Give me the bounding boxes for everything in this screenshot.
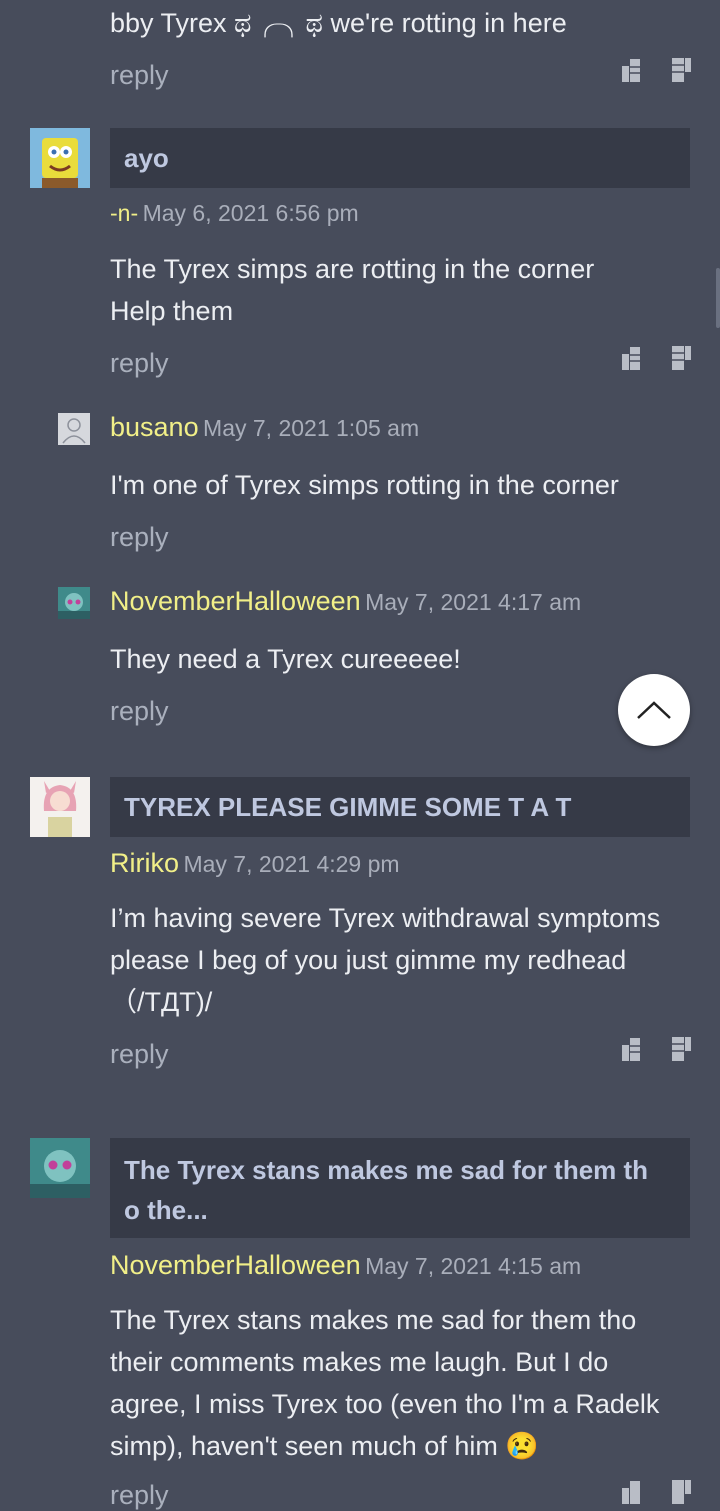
thumbs-up-icon[interactable] [620, 1035, 642, 1063]
reply-link[interactable]: reply [110, 1480, 169, 1511]
author-name[interactable]: Ririko [110, 848, 179, 878]
comment-title-line: The Tyrex stans makes me sad for them th [124, 1155, 649, 1185]
comment-line: Help them [110, 296, 234, 326]
comment-title-text: ayo [124, 143, 169, 173]
comment-meta: NovemberHalloween May 7, 2021 4:17 am [110, 586, 581, 617]
author-name[interactable]: busano [110, 412, 199, 442]
comment-line: The Tyrex simps are rotting in the corne… [110, 254, 595, 284]
comment-text: I'm one of Tyrex simps rotting in the co… [110, 470, 619, 500]
comment-text: I’m having severe Tyrex withdrawal sympt… [110, 897, 660, 1023]
comment-date: May 7, 2021 4:17 am [365, 589, 582, 615]
thumbs-down-icon[interactable] [670, 344, 692, 372]
pink-anime-avatar-icon [30, 777, 90, 837]
crying-emoji-icon: 😢 [505, 1431, 539, 1461]
author-name[interactable]: NovemberHalloween [110, 1250, 361, 1280]
thumbs-up-icon[interactable] [620, 344, 642, 372]
comment-line: their comments makes me laugh. But I do [110, 1347, 609, 1377]
comment-line: I’m having severe Tyrex withdrawal sympt… [110, 903, 661, 933]
chevron-up-icon [637, 701, 671, 719]
reply-link[interactable]: reply [110, 696, 169, 727]
comment-line: simp), haven't seen much of him 😢 [110, 1425, 659, 1467]
comment-title[interactable]: The Tyrex stans makes me sad for them th… [110, 1138, 690, 1238]
comment-date: May 7, 2021 4:15 am [365, 1253, 582, 1279]
scroll-to-top-button[interactable] [618, 674, 690, 746]
author-name[interactable]: NovemberHalloween [110, 586, 361, 616]
comment-title[interactable]: TYREX PLEASE GIMME SOME T A T [110, 777, 690, 837]
thumbs-down-icon[interactable] [670, 56, 692, 84]
comment-meta: Ririko May 7, 2021 4:29 pm [110, 848, 400, 879]
avatar[interactable] [30, 777, 90, 837]
default-user-icon [58, 413, 90, 445]
comment-date: May 7, 2021 4:29 pm [183, 851, 400, 877]
comment-line: （/TДT)/ [110, 987, 213, 1017]
comment-meta: -n- May 6, 2021 6:56 pm [110, 200, 359, 227]
thumbs-up-icon[interactable] [620, 1478, 642, 1506]
comment-text: They need a Tyrex cureeeee! [110, 644, 461, 674]
thumbs-up-icon[interactable] [620, 56, 642, 84]
comment-line-text: simp), haven't seen much of him [110, 1431, 498, 1461]
comment-title[interactable]: ayo [110, 128, 690, 188]
comment-date: May 6, 2021 6:56 pm [142, 200, 359, 226]
reply-link[interactable]: reply [110, 522, 169, 553]
scrollbar[interactable] [716, 268, 720, 328]
comment-title-line: o the... [124, 1195, 208, 1225]
avatar[interactable] [58, 413, 90, 445]
reply-link[interactable]: reply [110, 60, 169, 91]
comment-text: bby Tyrex ಥ╭╮ಥ we're rotting in here [110, 8, 567, 38]
comment-title-text: TYREX PLEASE GIMME SOME T A T [124, 792, 572, 822]
thumbs-down-icon[interactable] [670, 1035, 692, 1063]
comment-line: agree, I miss Tyrex too (even tho I'm a … [110, 1389, 660, 1419]
spongebob-avatar-icon [30, 128, 90, 188]
thumbs-down-icon[interactable] [670, 1478, 692, 1506]
avatar[interactable] [30, 128, 90, 188]
avatar[interactable] [30, 1138, 90, 1198]
comment-meta: busano May 7, 2021 1:05 am [110, 412, 419, 443]
teal-anime-avatar-icon [58, 587, 90, 619]
comment-date: May 7, 2021 1:05 am [203, 415, 420, 441]
comment-meta: NovemberHalloween May 7, 2021 4:15 am [110, 1250, 581, 1281]
author-name[interactable]: -n- [110, 200, 138, 226]
reply-link[interactable]: reply [110, 348, 169, 379]
avatar[interactable] [58, 587, 90, 619]
reply-link[interactable]: reply [110, 1039, 169, 1070]
comment-text: The Tyrex stans makes me sad for them th… [110, 1299, 659, 1467]
comment-line: please I beg of you just gimme my redhea… [110, 945, 627, 975]
comment-line: The Tyrex stans makes me sad for them th… [110, 1305, 637, 1335]
teal-anime-avatar-icon [30, 1138, 90, 1198]
comment-text: The Tyrex simps are rotting in the corne… [110, 248, 594, 332]
